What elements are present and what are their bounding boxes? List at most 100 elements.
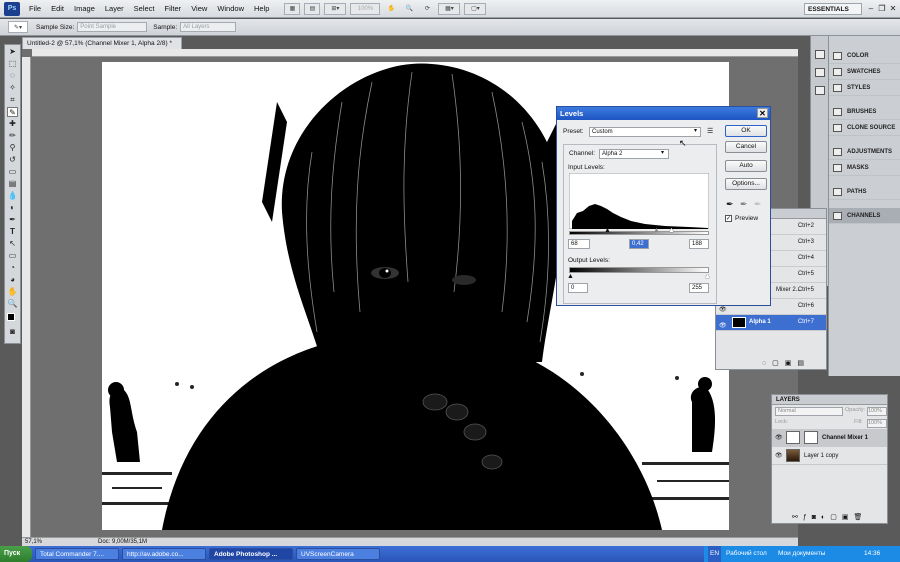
actions-panel-icon[interactable] (815, 68, 825, 77)
layers-footer-icons[interactable]: ⚯ƒ◙◐▢▣🗑 (792, 513, 867, 521)
preset-select[interactable]: Custom (589, 127, 701, 137)
menu-image[interactable]: Image (69, 0, 100, 18)
document-size-info[interactable]: Doc: 9,00M/35,1M (98, 538, 147, 546)
white-point-slider[interactable]: ▲ (668, 227, 675, 234)
brush-tool-icon[interactable]: ✏ (7, 131, 18, 141)
panel-styles[interactable]: STYLES (829, 80, 900, 96)
eyedropper-tool-icon[interactable]: ✎ (7, 107, 18, 117)
output-black-field[interactable]: 0 (568, 283, 588, 293)
mini-bridge-icon[interactable]: ▤ (304, 2, 321, 15)
channel-footer-icons[interactable]: ◌▢▣▤ (762, 359, 810, 367)
blend-mode-select[interactable]: Normal (775, 407, 843, 416)
hand-tool-icon[interactable]: ✋ (384, 3, 398, 15)
black-point-slider[interactable]: ▲ (604, 227, 611, 234)
gradient-tool-icon[interactable]: ▤ (7, 179, 18, 189)
lasso-tool-icon[interactable]: ◌ (7, 71, 18, 81)
history-panel-icon[interactable] (815, 50, 825, 59)
color-swatches-icon[interactable] (7, 311, 18, 325)
menu-view[interactable]: View (186, 0, 212, 18)
gray-eyedropper-icon[interactable]: ✒ (740, 199, 748, 210)
panel-adjustments[interactable]: ADJUSTMENTS (829, 144, 900, 160)
menu-help[interactable]: Help (249, 0, 274, 18)
input-gamma-field[interactable]: 0,42 (629, 239, 649, 249)
screen-mode-icon[interactable]: ▢▾ (464, 2, 487, 15)
sample-size-select[interactable]: Point Sample (77, 22, 148, 32)
zoom-tool-icon-toolbox[interactable]: 🔍 (7, 299, 18, 309)
layer-row-channel-mixer[interactable]: 👁 Channel Mixer 1 (772, 429, 887, 447)
3d-orbit-tool-icon[interactable]: ◕ (7, 275, 18, 285)
rotate-view-icon[interactable]: ⟳ (420, 3, 434, 15)
visibility-eye-icon[interactable]: 👁 (775, 447, 783, 465)
type-tool-icon[interactable]: T (7, 227, 18, 237)
sample-select[interactable]: All Layers (180, 22, 237, 32)
ok-button[interactable]: OK (725, 125, 767, 137)
move-tool-icon[interactable]: ➤ (7, 47, 18, 57)
preset-options-icon[interactable]: ☰ (707, 127, 713, 135)
menu-select[interactable]: Select (129, 0, 160, 18)
clone-stamp-tool-icon[interactable]: ⚲ (7, 143, 18, 153)
input-white-field[interactable]: 188 (689, 239, 709, 249)
crop-tool-icon[interactable]: ⌗ (7, 95, 18, 105)
zoom-level[interactable]: 100% (350, 2, 381, 15)
info-panel-icon[interactable] (815, 86, 825, 95)
horizontal-ruler[interactable] (32, 49, 798, 57)
eyedropper-preset-icon[interactable]: ✎▾ (8, 21, 28, 33)
history-brush-tool-icon[interactable]: ↺ (7, 155, 18, 165)
view-extras-icon[interactable]: ⊞▾ (324, 2, 347, 15)
arrange-documents-icon[interactable]: ▦▾ (438, 2, 461, 15)
dodge-tool-icon[interactable]: ◐ (7, 203, 18, 213)
zoom-tool-icon[interactable]: 🔍 (402, 3, 416, 15)
pen-tool-icon[interactable]: ✒ (7, 215, 18, 225)
start-button[interactable]: Пуск (0, 546, 32, 562)
menu-layer[interactable]: Layer (100, 0, 129, 18)
preview-checkbox[interactable]: ✓ (725, 215, 732, 222)
panel-color[interactable]: COLOR (829, 48, 900, 64)
hand-tool-icon-toolbox[interactable]: ✋ (7, 287, 18, 297)
black-eyedropper-icon[interactable]: ✒ (726, 199, 734, 210)
eraser-tool-icon[interactable]: ▭ (7, 167, 18, 177)
document-tab[interactable]: Untitled-2 @ 57,1% (Channel Mixer 1, Alp… (22, 37, 182, 49)
taskbar-total-commander[interactable]: Total Commander 7.... (35, 548, 119, 560)
workspace-switcher[interactable]: ESSENTIALS (804, 3, 862, 15)
white-eyedropper-icon[interactable]: ✒ (754, 199, 762, 210)
panel-brushes[interactable]: BRUSHES (829, 104, 900, 120)
visibility-eye-icon[interactable]: 👁 (719, 319, 727, 334)
layer-row-layer-1-copy[interactable]: 👁 Layer 1 copy (772, 447, 887, 465)
taskbar-browser[interactable]: http://av.adobe.co... (122, 548, 206, 560)
panel-swatches[interactable]: SWATCHES (829, 64, 900, 80)
close-icon[interactable]: ✕ (757, 108, 768, 118)
fill-field[interactable]: 100% (867, 419, 887, 428)
clock[interactable]: 14:36 (864, 546, 880, 562)
panel-channels[interactable]: CHANNELS (829, 208, 900, 224)
path-select-tool-icon[interactable]: ↖ (7, 239, 18, 249)
panel-masks[interactable]: MASKS (829, 160, 900, 176)
taskbar-photoshop[interactable]: Adobe Photoshop ... (209, 548, 293, 560)
zoom-readout[interactable]: 57,1% (25, 538, 42, 546)
visibility-eye-icon[interactable]: 👁 (775, 429, 783, 447)
panel-paths[interactable]: PATHS (829, 184, 900, 200)
layers-panel-title[interactable]: LAYERS (772, 395, 887, 405)
menu-edit[interactable]: Edit (46, 0, 69, 18)
language-indicator[interactable]: EN (708, 546, 722, 562)
cancel-button[interactable]: Cancel (725, 141, 767, 153)
healing-brush-tool-icon[interactable]: ✚ (7, 119, 18, 129)
vertical-ruler[interactable] (22, 57, 31, 537)
restore-icon[interactable]: ❐ (877, 3, 887, 14)
output-black-slider[interactable]: ▲ (567, 273, 574, 280)
blur-tool-icon[interactable]: 💧 (7, 191, 18, 201)
quick-select-tool-icon[interactable]: ✧ (7, 83, 18, 93)
minimize-icon[interactable]: – (866, 3, 876, 14)
menu-file[interactable]: File (24, 0, 46, 18)
gamma-slider[interactable]: ▲ (653, 227, 660, 234)
marquee-tool-icon[interactable]: ⬚ (7, 59, 18, 69)
3d-rotate-tool-icon[interactable]: ◔ (7, 263, 18, 273)
channel-select[interactable]: Alpha 2 (599, 149, 669, 159)
taskbar-uvscreencamera[interactable]: UVScreenCamera (296, 548, 380, 560)
output-white-field[interactable]: 255 (689, 283, 709, 293)
close-icon[interactable]: ✕ (888, 3, 898, 14)
menu-window[interactable]: Window (212, 0, 249, 18)
levels-dialog-titlebar[interactable]: Levels ✕ (557, 107, 770, 120)
panel-clone-source[interactable]: CLONE SOURCE (829, 120, 900, 136)
output-white-slider[interactable]: ▲ (704, 273, 711, 280)
shape-tool-icon[interactable]: ▭ (7, 251, 18, 261)
